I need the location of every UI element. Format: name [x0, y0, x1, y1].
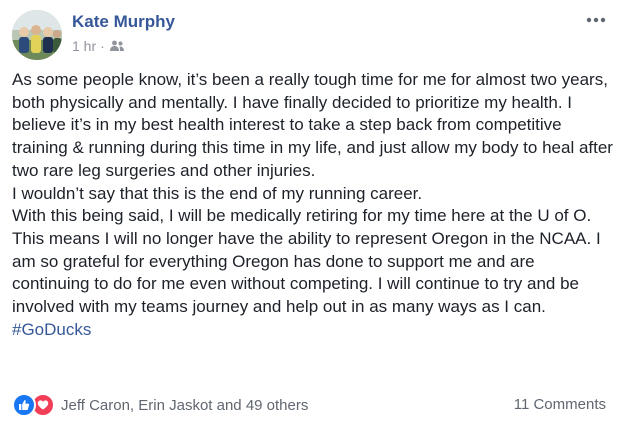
avatar-photo — [12, 10, 62, 60]
post-meta: 1 hr · — [72, 37, 125, 55]
post-paragraph: As some people know, it’s been a really … — [12, 70, 613, 180]
comments-count-link[interactable]: 11 Comments — [514, 396, 606, 413]
post-paragraph: With this being said, I will be medicall… — [12, 206, 601, 317]
like-icon — [12, 393, 36, 417]
more-options-button[interactable] — [584, 12, 608, 28]
reaction-names: Jeff Caron, Erin Jaskot and 49 others — [61, 396, 309, 414]
avatar[interactable] — [12, 10, 62, 60]
meta-separator: · — [100, 38, 105, 54]
author-name[interactable]: Kate Murphy — [72, 12, 175, 32]
post-body: As some people know, it’s been a really … — [12, 69, 616, 341]
post-timestamp[interactable]: 1 hr — [72, 38, 96, 54]
facebook-post: Kate Murphy 1 hr · As some people know, … — [0, 0, 620, 425]
hashtag-link[interactable]: #GoDucks — [12, 320, 91, 339]
reaction-icons — [12, 393, 55, 417]
friends-icon[interactable] — [109, 40, 125, 52]
post-paragraph: I wouldn’t say that this is the end of m… — [12, 183, 423, 203]
reactions-summary[interactable]: Jeff Caron, Erin Jaskot and 49 others — [12, 393, 309, 417]
more-horizontal-icon — [586, 17, 606, 23]
